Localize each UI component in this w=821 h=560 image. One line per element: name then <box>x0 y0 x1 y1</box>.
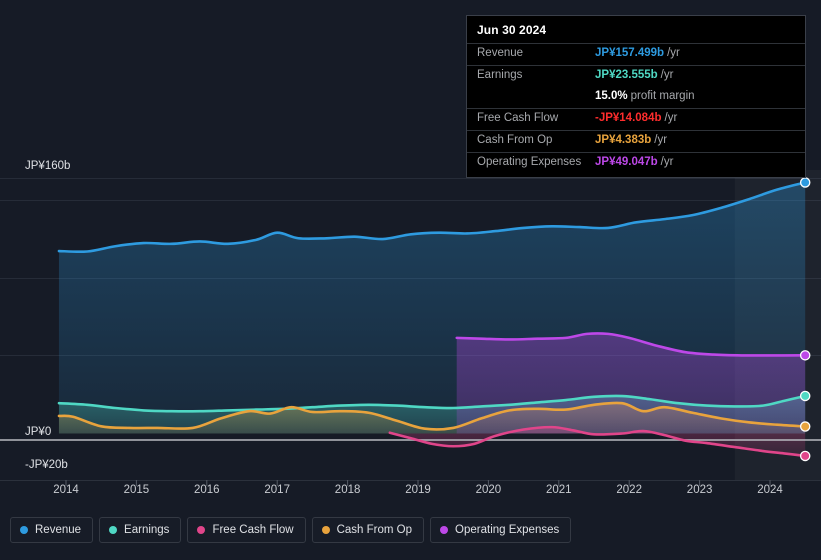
tooltip-row-value: JP¥4.383b <box>595 134 652 146</box>
x-axis-label: 2022 <box>616 484 642 496</box>
tooltip-row-unit: /yr <box>664 112 678 124</box>
legend-color-dot-icon <box>440 526 449 534</box>
tooltip-row-label: Operating Expenses <box>477 156 582 168</box>
x-axis-label: 2019 <box>405 484 431 496</box>
tooltip-row: Cash From Op JP¥4.383b/yr <box>467 130 805 152</box>
tooltip-date: Jun 30 2024 <box>477 23 547 37</box>
legend-color-dot-icon <box>197 526 206 534</box>
tooltip-row: Operating Expenses JP¥49.047b/yr <box>467 152 805 174</box>
legend-item-label: Earnings <box>124 524 170 536</box>
chart-area-fills <box>58 182 806 456</box>
legend-color-dot-icon <box>20 526 28 534</box>
tooltip-row-value: JP¥49.047b <box>595 156 658 168</box>
tooltip-row: Free Cash Flow -JP¥14.084b/yr <box>467 108 805 130</box>
x-axis-label: 2015 <box>123 484 150 496</box>
legend-item-label: Revenue <box>35 524 82 536</box>
data-tooltip: Jun 30 2024 Revenue JP¥157.499b/yr Earning… <box>466 15 806 178</box>
tooltip-row-label: Revenue <box>477 47 524 59</box>
tooltip-row-value: 15.0% <box>595 90 628 102</box>
tooltip-row-unit: /yr <box>660 156 674 168</box>
chart-legend[interactable]: Revenue Earnings Free Cash Flow Cash From O… <box>10 517 572 543</box>
legend-item-earnings[interactable]: Earnings <box>99 517 182 543</box>
tooltip-row-label: Earnings <box>477 69 523 81</box>
legend-item-revenue[interactable]: Revenue <box>10 517 94 543</box>
y-axis-label: -JP¥20b <box>22 459 71 471</box>
tooltip-rows: Revenue JP¥157.499b/yr Earnings JP¥23.555b /… <box>467 43 805 174</box>
legend-color-dot-icon <box>109 526 118 534</box>
x-axis-label: 2023 <box>686 484 713 496</box>
x-axis-label: 2014 <box>53 484 79 496</box>
tooltip-row: Revenue JP¥157.499b/yr <box>467 43 805 65</box>
tooltip-row-label: Free Cash Flow <box>477 112 559 124</box>
y-axis-label: JP¥0 <box>22 426 55 438</box>
x-axis-label: 2024 <box>757 484 783 496</box>
legend-item-free-cash-flow[interactable]: Free Cash Flow <box>187 517 306 543</box>
tooltip-row-unit: /yr <box>667 47 680 59</box>
tooltip-row-value: JP¥23.555b <box>595 69 658 81</box>
x-axis-label: 2018 <box>334 484 361 496</box>
tooltip-row-unit: profit margin <box>630 90 695 102</box>
tooltip-row-value: -JP¥14.084b <box>595 112 662 124</box>
y-axis-label: JP¥160b <box>22 160 74 172</box>
legend-item-cash-from-op[interactable]: Cash From Op <box>311 517 425 543</box>
tooltip-row-value: JP¥157.499b <box>595 47 665 59</box>
tooltip-row-unit: /yr <box>660 69 674 81</box>
tooltip-row: Earnings JP¥23.555b/yr <box>467 65 805 87</box>
legend-color-dot-icon <box>321 526 330 534</box>
legend-item-label: Free Cash Flow <box>212 524 294 536</box>
tooltip-row-unit: /yr <box>654 134 668 146</box>
tooltip-row: 15.0% profit margin <box>467 87 805 108</box>
legend-item-label: Cash From Op <box>336 524 413 536</box>
legend-item-label: Operating Expenses <box>455 524 560 536</box>
legend-item-operating-expenses[interactable]: Operating Expenses <box>430 517 572 543</box>
financial-chart: JP¥160b JP¥0 -JP¥20b 2014 2015 2016 2017 2018 2… <box>0 0 821 560</box>
x-axis-label: 2020 <box>475 484 502 496</box>
tooltip-row-label: Cash From Op <box>477 134 553 146</box>
x-axis-label: 2017 <box>264 484 290 496</box>
x-axis-label: 2021 <box>546 484 572 496</box>
x-axis-label: 2016 <box>194 484 220 496</box>
